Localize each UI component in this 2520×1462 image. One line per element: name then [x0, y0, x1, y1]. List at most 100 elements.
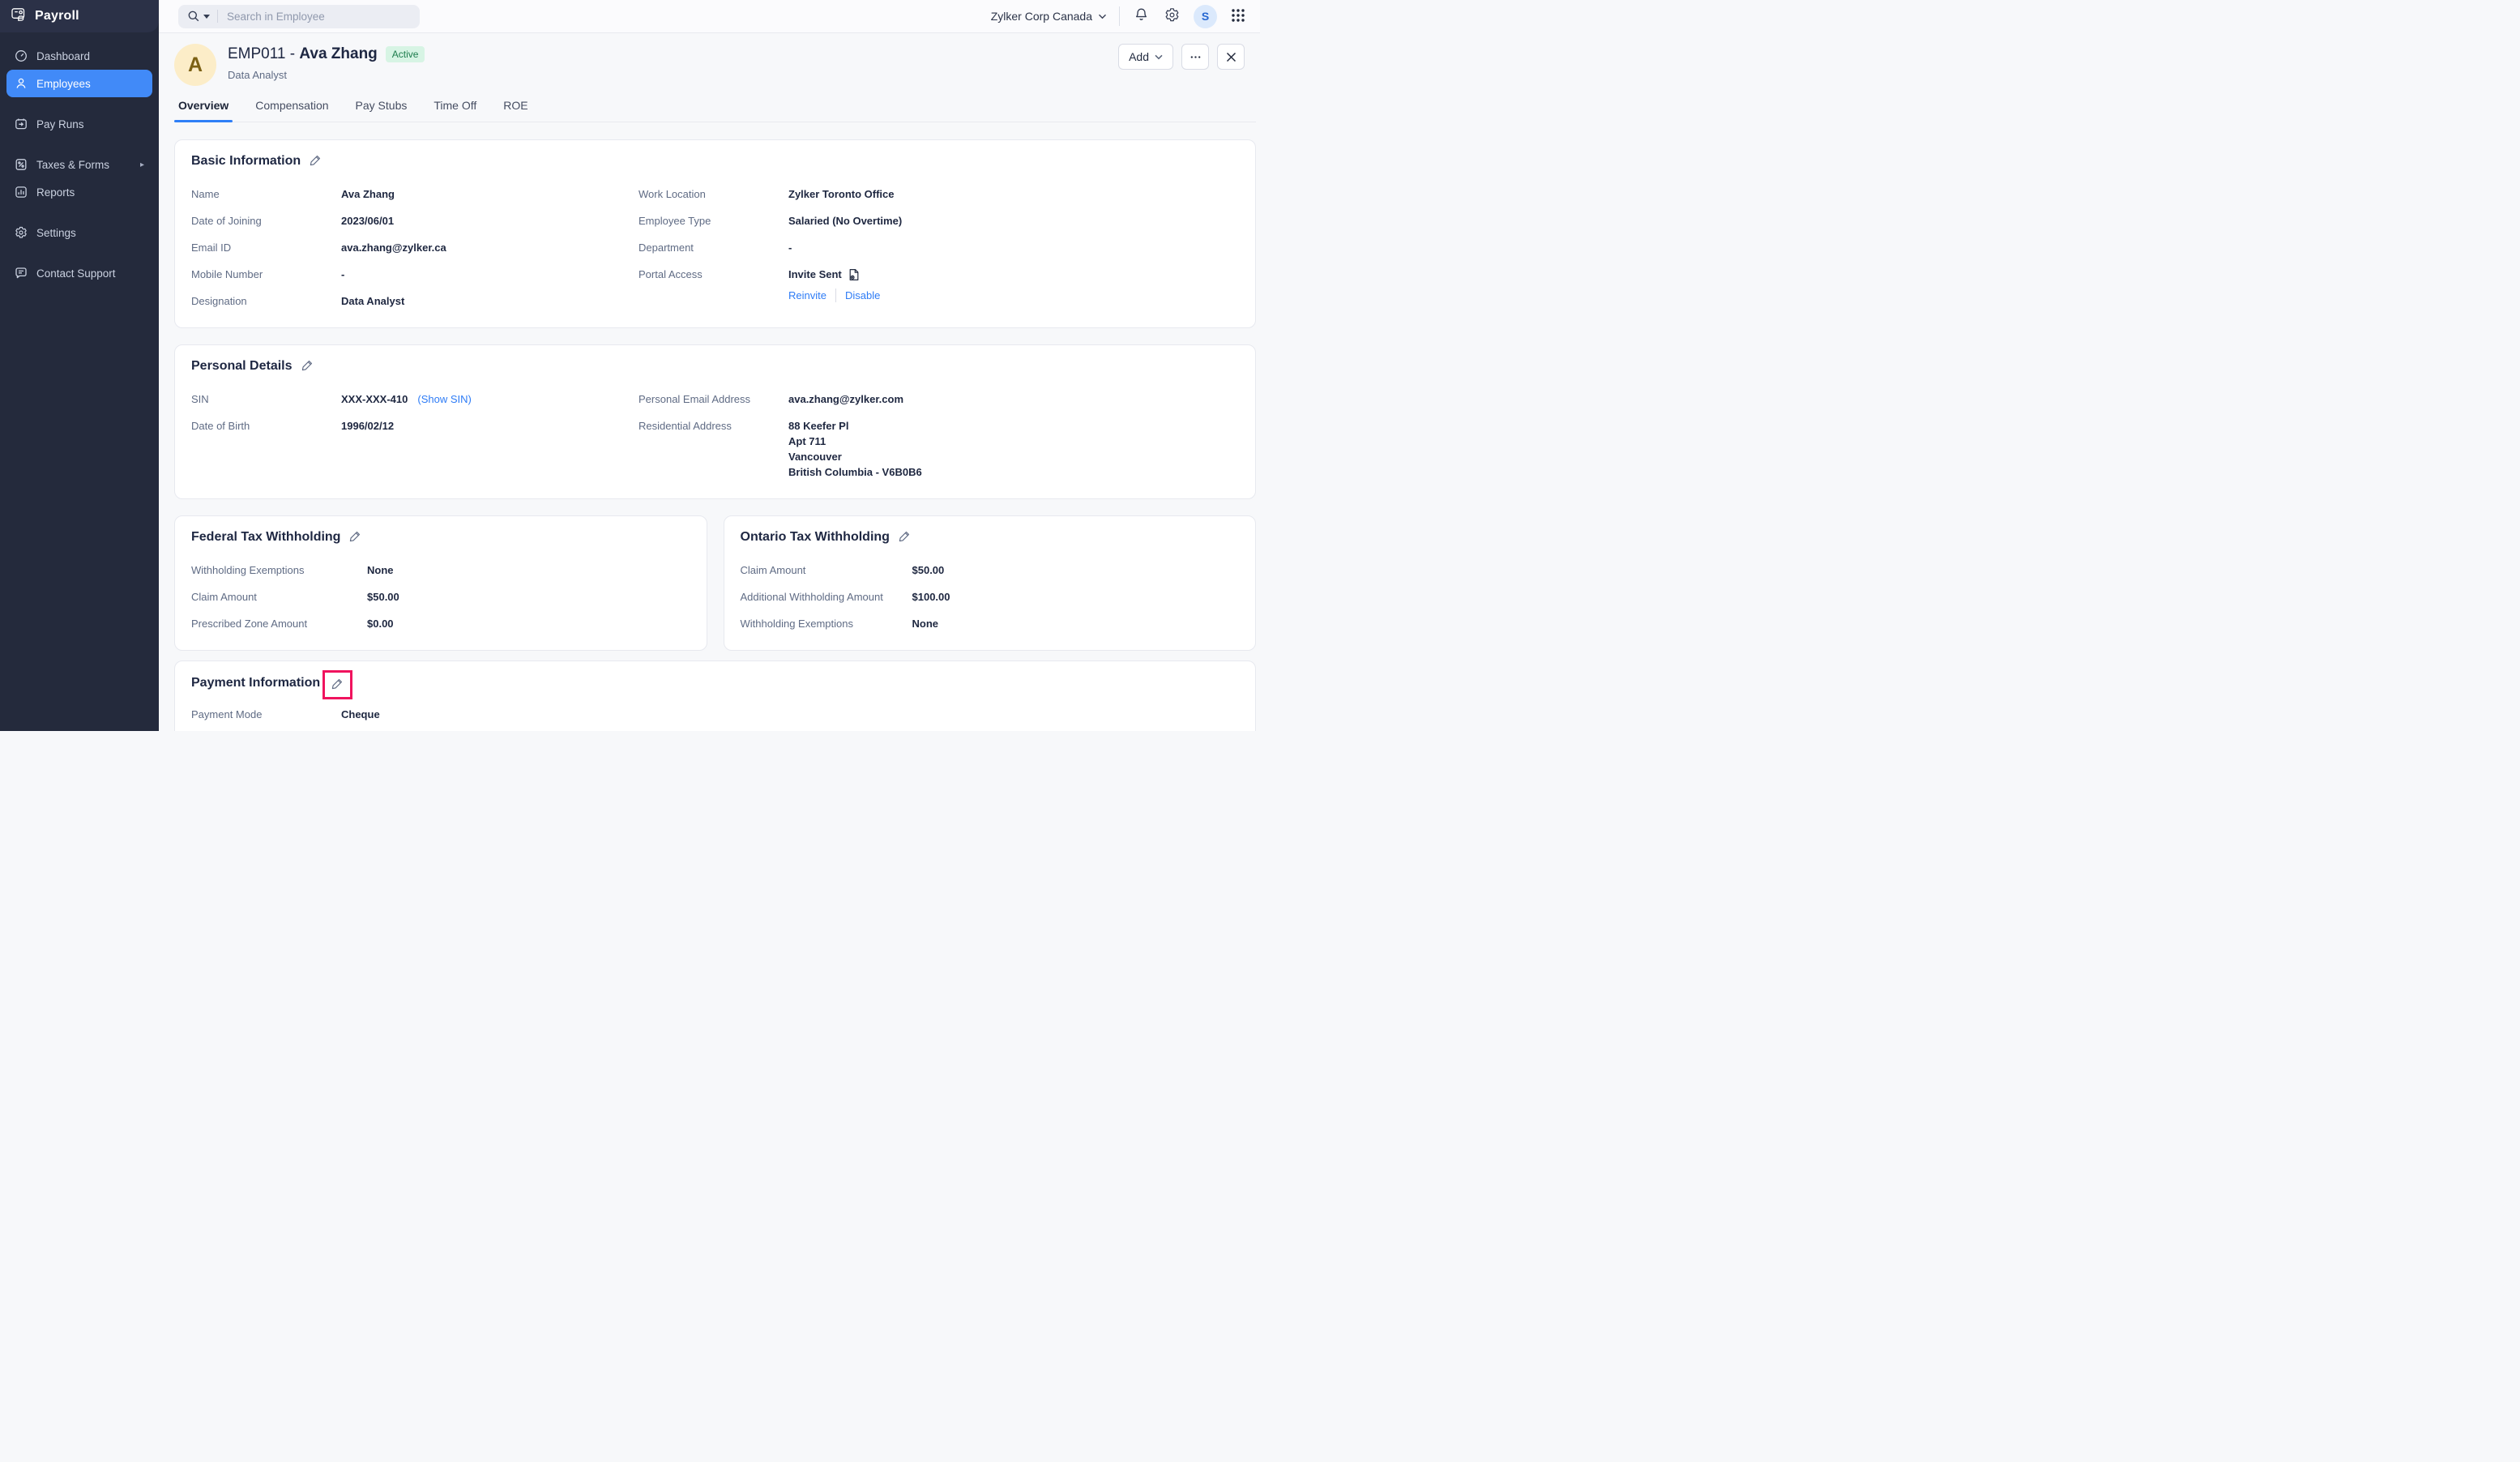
field-row: Mobile Number -: [191, 261, 639, 288]
edit-federal-tax-button[interactable]: [348, 528, 363, 546]
field-row: Portal Access Invite Sent Reinvite Disable: [639, 261, 1239, 309]
field-value: None: [367, 562, 394, 578]
field-label: Name: [191, 188, 220, 200]
employee-avatar: A: [174, 44, 216, 86]
field-row: Date of Joining 2023/06/01: [191, 207, 639, 234]
sidebar-item-contact-support[interactable]: Contact Support: [6, 259, 152, 287]
sidebar-item-settings[interactable]: Settings: [6, 219, 152, 246]
gear-icon: [1164, 7, 1180, 25]
chevron-right-icon: ▸: [139, 160, 144, 169]
federal-tax-withholding-card: Federal Tax Withholding Withholding Exem…: [174, 515, 707, 651]
edit-basic-information-button[interactable]: [308, 152, 323, 170]
field-label: Date of Birth: [191, 420, 250, 432]
personal-details-title: Personal Details: [191, 359, 293, 373]
field-value-text: $50.00: [912, 564, 945, 576]
settings-button[interactable]: [1163, 6, 1181, 27]
personal-details-card: Personal Details SIN XXX-XXX-410 (Show SIN…: [174, 344, 1256, 499]
tab-compensation[interactable]: Compensation: [255, 99, 328, 122]
address-line: British Columbia - V6B0B6: [788, 466, 922, 478]
reinvite-link[interactable]: Reinvite: [788, 288, 826, 303]
field-label: Claim Amount: [191, 591, 257, 603]
org-switcher[interactable]: Zylker Corp Canada: [991, 10, 1107, 23]
app-logo[interactable]: Payroll: [0, 0, 159, 32]
sidebar-item-reports[interactable]: Reports: [6, 178, 152, 206]
field-value-text: None: [367, 564, 394, 576]
field-label: Withholding Exemptions: [191, 564, 305, 576]
field-row: Designation Data Analyst: [191, 288, 639, 314]
field-row: Withholding Exemptions None: [741, 610, 1240, 637]
field-label: Residential Address: [639, 420, 732, 432]
address-line: Apt 711: [788, 435, 826, 447]
app-window: Payroll Dashboard Employees Pay Runs Taxes …: [0, 0, 1260, 731]
dashboard-icon: [15, 49, 28, 62]
disable-link[interactable]: Disable: [845, 288, 880, 303]
field-value: $100.00: [912, 589, 950, 605]
field-row: Date of Birth 1996/02/12: [191, 413, 639, 439]
bell-icon: [1134, 7, 1149, 25]
payroll-logo-icon: [11, 6, 28, 27]
field-label: Email ID: [191, 242, 232, 254]
tab-roe[interactable]: ROE: [503, 99, 527, 122]
apps-button[interactable]: [1229, 6, 1247, 27]
link-divider: [835, 289, 836, 302]
settings-icon: [15, 226, 28, 239]
support-icon: [15, 267, 28, 280]
edit-payment-information-button[interactable]: [331, 678, 344, 692]
edit-ontario-tax-button[interactable]: [897, 528, 912, 546]
field-label: Employee Type: [639, 215, 711, 227]
field-value-text: $100.00: [912, 591, 950, 603]
field-row: Employee Type Salaried (No Overtime): [639, 207, 1239, 234]
global-search[interactable]: [178, 4, 420, 28]
field-label: Claim Amount: [740, 564, 806, 576]
sidebar-item-pay-runs[interactable]: Pay Runs: [6, 110, 152, 138]
sidebar-item-dashboard[interactable]: Dashboard: [6, 42, 152, 70]
user-avatar[interactable]: S: [1194, 4, 1217, 28]
field-label: Mobile Number: [191, 268, 263, 280]
content-area: A EMP011 - Ava Zhang Active Data Analyst…: [159, 33, 1260, 731]
field-row: Additional Withholding Amount $100.00: [741, 584, 1240, 610]
field-value: 88 Keefer Pl Apt 711 Vancouver British Colu…: [788, 418, 922, 480]
sidebar-item-label: Taxes & Forms: [36, 158, 110, 171]
field-row: Email ID ava.zhang@zylker.ca: [191, 234, 639, 261]
pencil-icon: [899, 530, 911, 545]
field-value: Zylker Toronto Office: [788, 186, 895, 202]
basic-information-title: Basic Information: [191, 154, 301, 168]
field-value-text: Ava Zhang: [341, 188, 395, 200]
field-row: Claim Amount $50.00: [191, 584, 690, 610]
search-scope-caret-icon[interactable]: [203, 14, 210, 19]
more-actions-button[interactable]: [1181, 44, 1209, 70]
field-value: Cheque: [341, 707, 380, 722]
show-sin-link[interactable]: (Show SIN): [417, 391, 471, 407]
field-value-text: -: [341, 268, 345, 280]
field-value: Data Analyst: [341, 293, 404, 309]
pencil-icon: [301, 359, 314, 374]
employee-code: EMP011 -: [228, 45, 300, 62]
close-button[interactable]: [1217, 44, 1245, 70]
pencil-icon: [310, 154, 322, 169]
chevron-down-icon: [1099, 14, 1106, 19]
edit-personal-details-button[interactable]: [300, 357, 315, 375]
sidebar-item-label: Employees: [36, 77, 91, 90]
search-input[interactable]: [225, 9, 411, 24]
ontario-tax-withholding-card: Ontario Tax Withholding Claim Amount $50.…: [723, 515, 1256, 651]
sidebar-item-taxes-forms[interactable]: Taxes & Forms ▸: [6, 151, 152, 178]
address-line: 88 Keefer Pl: [788, 420, 849, 432]
sidebar-item-employees[interactable]: Employees: [6, 70, 152, 97]
close-icon: [1226, 52, 1236, 62]
main-area: Zylker Corp Canada: [159, 0, 1260, 731]
tab-overview[interactable]: Overview: [173, 99, 233, 122]
field-value: 2023/06/01: [341, 213, 394, 229]
search-icon[interactable]: [187, 10, 210, 23]
ontario-tax-title: Ontario Tax Withholding: [740, 530, 890, 544]
field-value: ava.zhang@zylker.com: [788, 391, 903, 407]
field-value: None: [912, 616, 939, 631]
field-value: 1996/02/12: [341, 418, 394, 434]
field-row: Name Ava Zhang: [191, 181, 639, 207]
field-label: Payment Mode: [191, 708, 263, 720]
notifications-button[interactable]: [1132, 6, 1151, 27]
add-button[interactable]: Add: [1118, 44, 1173, 70]
tab-pay-stubs[interactable]: Pay Stubs: [356, 99, 408, 122]
tab-time-off[interactable]: Time Off: [434, 99, 476, 122]
